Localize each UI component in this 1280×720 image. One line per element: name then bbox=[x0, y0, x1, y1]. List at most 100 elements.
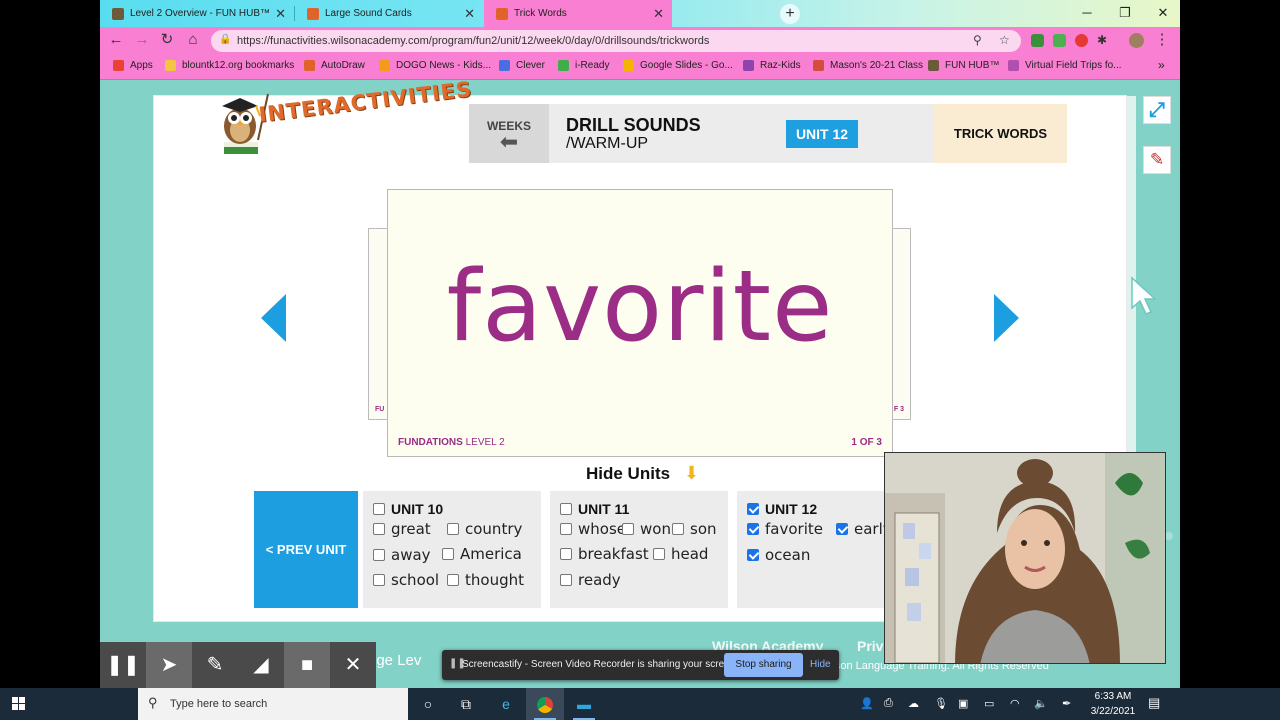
hide-units-toggle[interactable]: Hide Units bbox=[586, 464, 670, 484]
checkbox[interactable] bbox=[622, 523, 634, 535]
word-favorite[interactable]: favorite bbox=[747, 520, 823, 538]
avatar[interactable] bbox=[1129, 33, 1144, 48]
bookmark-fun-hub[interactable]: FUN HUB™ bbox=[928, 60, 999, 71]
checkbox[interactable] bbox=[373, 503, 385, 515]
clock-time[interactable]: 6:33 AM bbox=[1092, 691, 1134, 702]
onedrive-cloud-icon[interactable]: ☁ bbox=[908, 697, 919, 710]
restore-button[interactable]: ❐ bbox=[1108, 0, 1142, 27]
clock-date[interactable]: 3/22/2021 bbox=[1088, 706, 1138, 717]
checkbox[interactable] bbox=[373, 574, 385, 586]
bookmark-google-slides[interactable]: Google Slides - Go... bbox=[623, 60, 733, 71]
fullscreen-expand-icon[interactable]: ⤢ bbox=[1143, 96, 1171, 124]
close-icon[interactable]: ✕ bbox=[464, 6, 475, 22]
new-tab-button[interactable]: + bbox=[780, 4, 800, 24]
minimize-button[interactable]: ─ bbox=[1070, 0, 1104, 27]
reload-button[interactable]: ↻ bbox=[157, 30, 177, 50]
address-bar[interactable]: 🔒 https://funactivities.wilsonacademy.co… bbox=[211, 30, 1021, 52]
close-icon[interactable]: ✕ bbox=[653, 6, 664, 22]
pen-workspace-icon[interactable]: ✒ bbox=[1062, 697, 1071, 710]
previous-card-arrow-icon[interactable] bbox=[261, 294, 286, 342]
home-button[interactable]: ⌂ bbox=[183, 30, 203, 50]
eraser-tool-icon[interactable]: ◢ bbox=[238, 642, 284, 688]
cortana-icon[interactable]: ○ bbox=[409, 688, 447, 720]
back-button[interactable]: ← bbox=[106, 30, 126, 50]
checkbox-checked[interactable] bbox=[747, 503, 759, 515]
unit-12-checkbox[interactable]: UNIT 12 bbox=[747, 501, 817, 517]
volume-icon[interactable]: 🔈 bbox=[1034, 697, 1048, 710]
unit-10-checkbox[interactable]: UNIT 10 bbox=[373, 501, 443, 517]
screencastify-extension-icon[interactable] bbox=[1075, 34, 1088, 47]
checkbox-checked[interactable] bbox=[836, 523, 848, 535]
bookmark-iready[interactable]: i-Ready bbox=[558, 60, 609, 71]
word-son[interactable]: son bbox=[672, 520, 717, 538]
meet-now-icon[interactable]: ▣ bbox=[958, 697, 968, 710]
edge-icon[interactable]: e bbox=[487, 688, 525, 720]
checkbox[interactable] bbox=[560, 548, 572, 560]
forward-button[interactable]: → bbox=[132, 30, 152, 50]
next-card-arrow-icon[interactable] bbox=[994, 294, 1019, 342]
bookmark-blountk12[interactable]: blountk12.org bookmarks bbox=[165, 60, 294, 71]
start-button[interactable] bbox=[0, 688, 38, 720]
word-thought[interactable]: thought bbox=[447, 571, 524, 589]
notifications-icon[interactable]: ▤ bbox=[1148, 695, 1160, 711]
checkbox[interactable] bbox=[560, 574, 572, 586]
word-country[interactable]: country bbox=[447, 520, 522, 538]
bookmark-raz-kids[interactable]: Raz-Kids bbox=[743, 60, 801, 71]
kebab-menu-icon[interactable]: ⋮ bbox=[1152, 30, 1172, 50]
bookmark-clever[interactable]: Clever bbox=[499, 60, 545, 71]
word-won[interactable]: won bbox=[622, 520, 671, 538]
close-icon[interactable]: ✕ bbox=[330, 642, 376, 688]
bookmark-masons-class[interactable]: Mason's 20-21 Class bbox=[813, 60, 923, 71]
bookmark-virtual-field-trips[interactable]: Virtual Field Trips fo... bbox=[1008, 60, 1122, 71]
checkbox[interactable] bbox=[442, 548, 454, 560]
task-view-icon[interactable]: ⧉ bbox=[447, 688, 485, 720]
checkbox[interactable] bbox=[672, 523, 684, 535]
taskbar-search-input[interactable]: ⚲ Type here to search bbox=[138, 688, 408, 720]
word-away[interactable]: away bbox=[373, 546, 431, 564]
word-ocean[interactable]: ocean bbox=[747, 546, 810, 564]
cursor-tool-icon[interactable]: ➤ bbox=[146, 642, 192, 688]
bookmark-dogo-news[interactable]: DOGO News - Kids... bbox=[379, 60, 491, 71]
bookmark-apps[interactable]: Apps bbox=[113, 60, 153, 71]
webcam-toggle-icon[interactable]: ■ bbox=[284, 642, 330, 688]
bookmark-star-icon[interactable]: ☆ bbox=[999, 33, 1010, 47]
hide-notification-button[interactable]: Hide bbox=[810, 659, 831, 670]
word-great[interactable]: great bbox=[373, 520, 431, 538]
screencastify-app-icon[interactable]: ▬ bbox=[565, 688, 603, 720]
checkbox[interactable] bbox=[447, 523, 459, 535]
word-america[interactable]: America bbox=[442, 545, 522, 563]
checkbox[interactable] bbox=[560, 523, 572, 535]
word-breakfast[interactable]: breakfast bbox=[560, 545, 649, 563]
checkbox[interactable] bbox=[447, 574, 459, 586]
tab-trick-words[interactable]: Trick Words ✕ bbox=[484, 0, 672, 27]
word-ready[interactable]: ready bbox=[560, 571, 621, 589]
pen-tool-icon[interactable]: ✎ bbox=[192, 642, 238, 688]
pause-icon[interactable]: ❚❚ bbox=[100, 642, 146, 688]
microphone-icon[interactable]: 🎙 bbox=[934, 697, 948, 710]
tab-large-sound-cards[interactable]: Large Sound Cards ✕ bbox=[295, 0, 483, 27]
stop-sharing-button[interactable]: Stop sharing bbox=[724, 653, 803, 677]
extension-check-icon[interactable] bbox=[1053, 34, 1066, 47]
checkbox[interactable] bbox=[560, 503, 572, 515]
zoom-icon[interactable]: ⚲ bbox=[973, 33, 982, 47]
checkbox[interactable] bbox=[373, 523, 385, 535]
people-icon[interactable]: 👤 bbox=[860, 697, 874, 710]
checkbox-checked[interactable] bbox=[747, 523, 759, 535]
device-icon[interactable]: ⎙ bbox=[884, 697, 893, 710]
close-icon[interactable]: ✕ bbox=[275, 6, 286, 22]
paintbrush-icon[interactable]: ✎ bbox=[1143, 146, 1171, 174]
extension-grid-icon[interactable] bbox=[1031, 34, 1044, 47]
word-whose[interactable]: whose bbox=[560, 520, 626, 538]
word-school[interactable]: school bbox=[373, 571, 439, 589]
wifi-icon[interactable]: ◠ bbox=[1010, 697, 1020, 710]
puzzle-icon[interactable]: ✱ bbox=[1097, 34, 1110, 47]
prev-unit-button[interactable]: < PREV UNIT bbox=[254, 491, 358, 608]
arrow-down-icon[interactable]: ⬇ bbox=[684, 463, 699, 484]
unit-11-checkbox[interactable]: UNIT 11 bbox=[560, 501, 629, 517]
checkbox[interactable] bbox=[373, 549, 385, 561]
battery-icon[interactable]: ▭ bbox=[984, 697, 994, 710]
checkbox[interactable] bbox=[653, 548, 665, 560]
footer-privacy-link[interactable]: Priv bbox=[857, 638, 883, 654]
bookmark-autodraw[interactable]: AutoDraw bbox=[304, 60, 365, 71]
checkbox-checked[interactable] bbox=[747, 549, 759, 561]
